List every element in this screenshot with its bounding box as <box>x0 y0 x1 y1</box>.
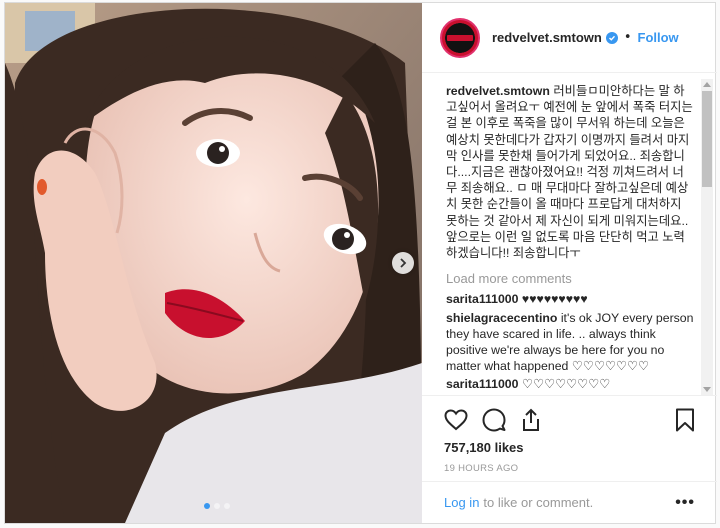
share-button[interactable] <box>520 408 542 432</box>
scroll-down-arrow-icon[interactable] <box>703 387 711 392</box>
selfie-image <box>5 3 422 523</box>
post-timestamp[interactable]: 19 HOURS AGO <box>444 463 695 474</box>
comment-text: ♡♡♡♡♡♡♡♡ <box>521 377 611 392</box>
follow-button[interactable]: Follow <box>638 30 679 45</box>
comment-username[interactable]: sarita111000 <box>446 377 519 391</box>
save-button[interactable] <box>675 408 695 432</box>
post-photo[interactable] <box>5 3 422 523</box>
verified-badge-icon <box>605 31 618 44</box>
caption-username[interactable]: redvelvet.smtown <box>446 84 550 98</box>
username-link[interactable]: redvelvet.smtown <box>492 30 602 45</box>
comment-username[interactable]: sarita111000 <box>446 292 519 306</box>
bookmark-icon <box>676 408 694 432</box>
post-header: redvelvet.smtown • Follow <box>422 3 717 73</box>
heart-icon <box>444 409 468 431</box>
comments-list[interactable]: redvelvet.smtown 러비들ㅁ미안하다는 말 하고싶어서 올려요ㅜ … <box>422 73 717 395</box>
login-prompt: Log in to like or comment. ••• <box>422 481 717 523</box>
comments-scrollbar[interactable] <box>701 79 713 395</box>
carousel-dot <box>224 503 230 509</box>
comment-username[interactable]: shielagracecentino <box>446 311 557 325</box>
post-actions: 757,180 likes 19 HOURS AGO <box>422 395 717 474</box>
more-options-button[interactable]: ••• <box>675 494 695 512</box>
action-icons <box>444 406 695 434</box>
comment-item: shielagracecentino it's ok JOY every per… <box>446 310 695 375</box>
chevron-right-icon <box>400 258 407 268</box>
comment-item: sarita111000 ♡♡♡♡♡♡♡♡ <box>446 376 695 392</box>
comment-text: ♥♥♥♥♥♥♥♥♥ <box>521 292 588 307</box>
share-icon <box>523 408 539 431</box>
scrollbar-thumb[interactable] <box>702 91 712 187</box>
like-button[interactable] <box>444 409 468 431</box>
post-caption: redvelvet.smtown 러비들ㅁ미안하다는 말 하고싶어서 올려요ㅜ … <box>446 83 695 261</box>
load-more-comments-button[interactable]: Load more comments <box>446 271 695 287</box>
post-frame: redvelvet.smtown • Follow redvelvet.smto… <box>4 2 717 524</box>
scroll-up-arrow-icon[interactable] <box>703 82 711 87</box>
like-count[interactable]: 757,180 likes <box>444 440 695 455</box>
caption-text: 러비들ㅁ미안하다는 말 하고싶어서 올려요ㅜ 예전에 눈 앞에서 폭죽 터지는 … <box>446 84 693 261</box>
carousel-indicator <box>204 503 230 509</box>
login-link[interactable]: Log in <box>444 495 479 510</box>
brand-logo <box>447 34 473 41</box>
carousel-dot <box>204 503 210 509</box>
header-separator: • <box>623 30 632 45</box>
comment-bubble-icon <box>482 408 506 432</box>
carousel-dot <box>214 503 220 509</box>
comment-item: sarita111000 ♥♥♥♥♥♥♥♥♥ <box>446 291 695 307</box>
login-prompt-text: to like or comment. <box>483 495 594 510</box>
post-sidebar: redvelvet.smtown • Follow redvelvet.smto… <box>422 3 717 523</box>
carousel-next-button[interactable] <box>392 252 414 274</box>
avatar[interactable] <box>440 17 480 58</box>
comment-button[interactable] <box>482 408 506 432</box>
